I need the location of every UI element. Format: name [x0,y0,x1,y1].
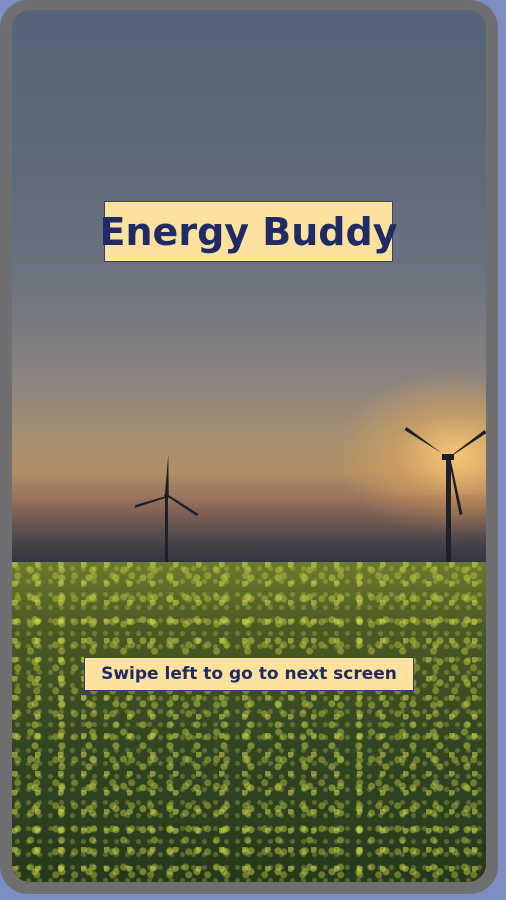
swipe-hint-banner: Swipe left to go to next screen [84,657,414,691]
app-title-banner: Energy Buddy [100,201,397,262]
splash-screen[interactable]: Energy Buddy Swipe left to go to next sc… [12,10,486,882]
device-frame: Energy Buddy Swipe left to go to next sc… [0,0,498,894]
wind-turbine-large-icon [404,427,486,566]
app-title: Energy Buddy [99,209,398,254]
wind-turbine-small-icon [134,454,199,565]
flower-field [12,562,486,882]
swipe-hint: Swipe left to go to next screen [101,664,397,684]
